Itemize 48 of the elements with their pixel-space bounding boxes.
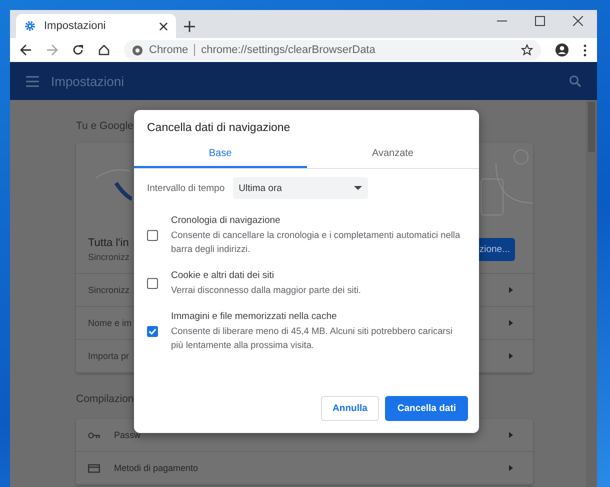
reload-icon[interactable] (72, 44, 84, 56)
back-icon[interactable] (20, 44, 32, 56)
close-icon[interactable] (573, 16, 583, 26)
checkbox[interactable] (147, 230, 158, 241)
cancel-button[interactable]: Annulla (320, 396, 380, 421)
browser-tab[interactable]: Impostazioni (16, 14, 176, 38)
dialog-tab[interactable]: Base (134, 140, 306, 168)
option-description: Consente di liberare meno di 45,4 MB. Alcuni siti potrebbero caricarsi più lentamente alla prossima visita. (171, 325, 454, 352)
option-description: Verrai disconnesso dalla maggior parte dei siti. (171, 284, 361, 297)
star-icon[interactable] (521, 44, 533, 56)
option-title: Immagini e file memorizzati nella cache (171, 311, 338, 322)
site-label: Chrome (149, 44, 188, 56)
account-subtitle: Sincronizz (88, 252, 130, 262)
url-text: chrome://settings/clearBrowserData (201, 44, 376, 56)
settings-row[interactable]: Metodi di pagamento (76, 452, 533, 485)
checkbox[interactable] (147, 278, 158, 289)
menu-icon[interactable] (583, 44, 587, 56)
new-tab-icon[interactable] (184, 20, 195, 32)
address-bar[interactable]: Chrome chrome://settings/clearBrowserData (124, 40, 541, 60)
clear-data-button[interactable]: Cancella dati (385, 396, 468, 421)
maximize-icon[interactable] (535, 16, 545, 26)
header-title: Impostazioni (51, 74, 124, 88)
search-icon[interactable] (569, 75, 581, 87)
arrow-icon (509, 320, 513, 326)
time-range-label: Intervallo di tempo (147, 182, 225, 194)
gear-icon (24, 20, 36, 32)
tab-title: Impostazioni (44, 20, 107, 32)
option-description: Consente di cancellare la cronologia e i completamenti automatici nella barra degli indirizzi. (171, 229, 462, 256)
time-range-dropdown[interactable]: Ultima ora (232, 177, 368, 199)
credit-card-icon (88, 464, 100, 472)
option-title: Cronologia di navigazione (171, 215, 282, 226)
account-title: Tutta l'in (88, 236, 129, 248)
dialog-title: Cancella dati di navigazione (146, 121, 292, 136)
section-title: Compilazion (76, 393, 134, 407)
profile-icon[interactable] (555, 43, 569, 57)
close-icon[interactable] (159, 22, 168, 30)
option-title: Cookie e altri dati dei siti (171, 270, 275, 281)
key-icon (88, 432, 100, 438)
checkbox[interactable] (147, 326, 158, 337)
scrollbar[interactable] (586, 100, 597, 487)
dialog-tab[interactable]: Avanzate (306, 140, 479, 168)
arrow-icon (509, 353, 513, 359)
arrow-icon (509, 287, 513, 293)
section-title: Tu e Google (76, 120, 134, 134)
arrow-icon (509, 465, 513, 471)
home-icon[interactable] (98, 44, 110, 56)
arrow-icon (509, 432, 513, 438)
caret-icon (354, 186, 362, 190)
